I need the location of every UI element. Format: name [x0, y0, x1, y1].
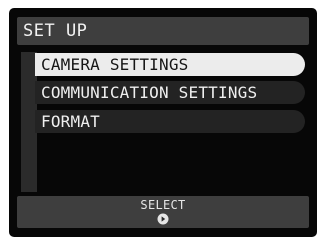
menu-item-label: FORMAT	[41, 112, 100, 131]
select-hint-label: SELECT	[140, 198, 186, 212]
right-arrow-circle-icon	[157, 213, 169, 225]
page-title: SET UP	[23, 21, 88, 41]
menu-item-camera-settings[interactable]: CAMERA SETTINGS	[35, 53, 305, 76]
menu-item-communication-settings[interactable]: COMMUNICATION SETTINGS	[35, 81, 305, 104]
button-guide-bar: SELECT	[17, 196, 309, 228]
menu-item-label: COMMUNICATION SETTINGS	[41, 83, 258, 102]
title-bar: SET UP	[17, 17, 309, 45]
menu-item-format[interactable]: FORMAT	[35, 110, 305, 133]
camera-lcd-screen: SET UP CAMERA SETTINGS COMMUNICATION SET…	[9, 8, 317, 237]
menu-item-label: CAMERA SETTINGS	[41, 55, 189, 74]
